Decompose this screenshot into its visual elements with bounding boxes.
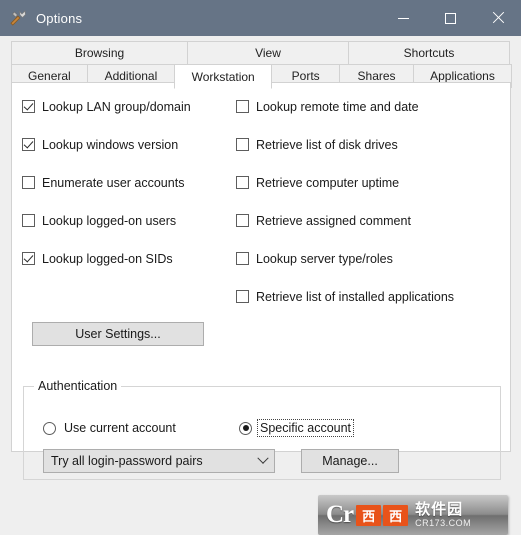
checkbox-lookup-windows-version[interactable]: Lookup windows version bbox=[22, 136, 242, 153]
tab-label: General bbox=[28, 69, 71, 83]
tab-label: Browsing bbox=[74, 46, 125, 60]
minimize-icon bbox=[398, 17, 409, 19]
minimize-button[interactable] bbox=[380, 0, 427, 36]
workstation-tab-panel: Lookup LAN group/domain Lookup windows ve… bbox=[11, 82, 511, 480]
checkbox-enumerate-user-accounts[interactable]: Enumerate user accounts bbox=[22, 174, 242, 191]
authentication-group-title: Authentication bbox=[34, 379, 122, 393]
watermark-logo: Cr 西 西 软件园 CR173.COM bbox=[318, 495, 508, 535]
checkbox-retrieve-computer-uptime[interactable]: Retrieve computer uptime bbox=[236, 174, 501, 191]
workstation-options-left-column: Lookup LAN group/domain Lookup windows ve… bbox=[22, 98, 242, 288]
credentials-dropdown[interactable]: Try all login-password pairs bbox=[43, 449, 275, 473]
tools-icon bbox=[9, 9, 27, 27]
checkbox-unchecked-icon bbox=[236, 176, 249, 189]
checkbox-label: Retrieve computer uptime bbox=[256, 175, 400, 190]
window-title: Options bbox=[36, 10, 83, 26]
close-button[interactable] bbox=[474, 0, 521, 36]
checkbox-lookup-server-type-roles[interactable]: Lookup server type/roles bbox=[236, 250, 501, 267]
checkbox-retrieve-list-of-installed-applications[interactable]: Retrieve list of installed applications bbox=[236, 288, 501, 305]
radio-use-current-account[interactable]: Use current account bbox=[43, 419, 178, 437]
authentication-group: Authentication Use current account Speci… bbox=[23, 379, 501, 480]
tab-browsing[interactable]: Browsing bbox=[11, 41, 188, 65]
checkbox-unchecked-icon bbox=[236, 252, 249, 265]
watermark-box-one: 西 bbox=[356, 504, 382, 526]
credentials-dropdown-value: Try all login-password pairs bbox=[51, 454, 203, 468]
tab-label: View bbox=[255, 46, 281, 60]
checkbox-label: Lookup logged-on users bbox=[42, 213, 177, 228]
tab-view[interactable]: View bbox=[187, 41, 349, 65]
radio-use-current-account-label: Use current account bbox=[64, 421, 176, 435]
radio-specific-account[interactable]: Specific account bbox=[239, 419, 355, 437]
checkbox-label: Enumerate user accounts bbox=[42, 175, 185, 190]
tab-label: Workstation bbox=[191, 69, 255, 84]
window-controls bbox=[380, 0, 521, 36]
checkbox-unchecked-icon bbox=[236, 290, 249, 303]
checkbox-lookup-logged-on-users[interactable]: Lookup logged-on users bbox=[22, 212, 242, 229]
checkbox-lookup-remote-time-and-date[interactable]: Lookup remote time and date bbox=[236, 98, 501, 115]
checkbox-label: Retrieve assigned comment bbox=[256, 213, 411, 228]
radio-specific-account-label: Specific account bbox=[256, 419, 355, 437]
chevron-down-icon bbox=[252, 452, 274, 465]
checkbox-label: Lookup LAN group/domain bbox=[42, 99, 191, 114]
watermark-site-url: CR173.COM bbox=[415, 518, 472, 528]
checkbox-unchecked-icon bbox=[22, 176, 35, 189]
title-bar: Options bbox=[0, 0, 521, 36]
checkbox-lookup-logged-on-sids[interactable]: Lookup logged-on SIDs bbox=[22, 250, 242, 267]
watermark-box-two: 西 bbox=[383, 504, 409, 526]
checkbox-label: Lookup server type/roles bbox=[256, 251, 393, 266]
checkbox-unchecked-icon bbox=[236, 214, 249, 227]
checkbox-lookup-lan-group-domain[interactable]: Lookup LAN group/domain bbox=[22, 98, 242, 115]
maximize-icon bbox=[445, 12, 456, 24]
user-settings-button[interactable]: User Settings... bbox=[32, 322, 204, 346]
tab-shortcuts[interactable]: Shortcuts bbox=[348, 41, 510, 65]
checkbox-checked-icon bbox=[22, 138, 35, 151]
tab-label: Ports bbox=[291, 69, 320, 83]
tab-label: Applications bbox=[430, 69, 495, 83]
checkbox-label: Lookup remote time and date bbox=[256, 99, 419, 114]
watermark-text-block: 软件园 CR173.COM bbox=[415, 502, 471, 528]
watermark-site-name: 软件园 bbox=[415, 501, 464, 518]
checkbox-label: Lookup logged-on SIDs bbox=[42, 251, 173, 266]
authentication-radio-row: Use current account Specific account bbox=[24, 419, 500, 437]
checkbox-label: Retrieve list of installed applications bbox=[256, 289, 455, 304]
checkbox-retrieve-assigned-comment[interactable]: Retrieve assigned comment bbox=[236, 212, 501, 229]
workstation-options-right-column: Lookup remote time and date Retrieve list… bbox=[236, 98, 501, 326]
watermark-cr-text: Cr bbox=[326, 501, 354, 528]
manage-button[interactable]: Manage... bbox=[301, 449, 399, 473]
checkbox-label: Retrieve list of disk drives bbox=[256, 137, 398, 152]
checkbox-unchecked-icon bbox=[236, 138, 249, 151]
tab-label: Additional bbox=[104, 69, 158, 83]
dialog-body: Browsing View Shortcuts General Additional W… bbox=[0, 36, 521, 535]
checkbox-retrieve-list-of-disk-drives[interactable]: Retrieve list of disk drives bbox=[236, 136, 501, 153]
tab-label: Shares bbox=[357, 69, 396, 83]
radio-circle-selected-icon bbox=[239, 421, 252, 435]
checkbox-checked-icon bbox=[22, 252, 35, 265]
close-icon bbox=[492, 12, 504, 24]
tab-row-upper: Browsing View Shortcuts bbox=[11, 41, 511, 65]
maximize-button[interactable] bbox=[427, 0, 474, 36]
tab-label: Shortcuts bbox=[403, 46, 455, 60]
radio-circle-icon bbox=[43, 421, 56, 435]
tab-workstation[interactable]: Workstation bbox=[174, 64, 273, 89]
checkbox-unchecked-icon bbox=[236, 100, 249, 113]
checkbox-label: Lookup windows version bbox=[42, 137, 179, 152]
checkbox-checked-icon bbox=[22, 100, 35, 113]
checkbox-unchecked-icon bbox=[22, 214, 35, 227]
